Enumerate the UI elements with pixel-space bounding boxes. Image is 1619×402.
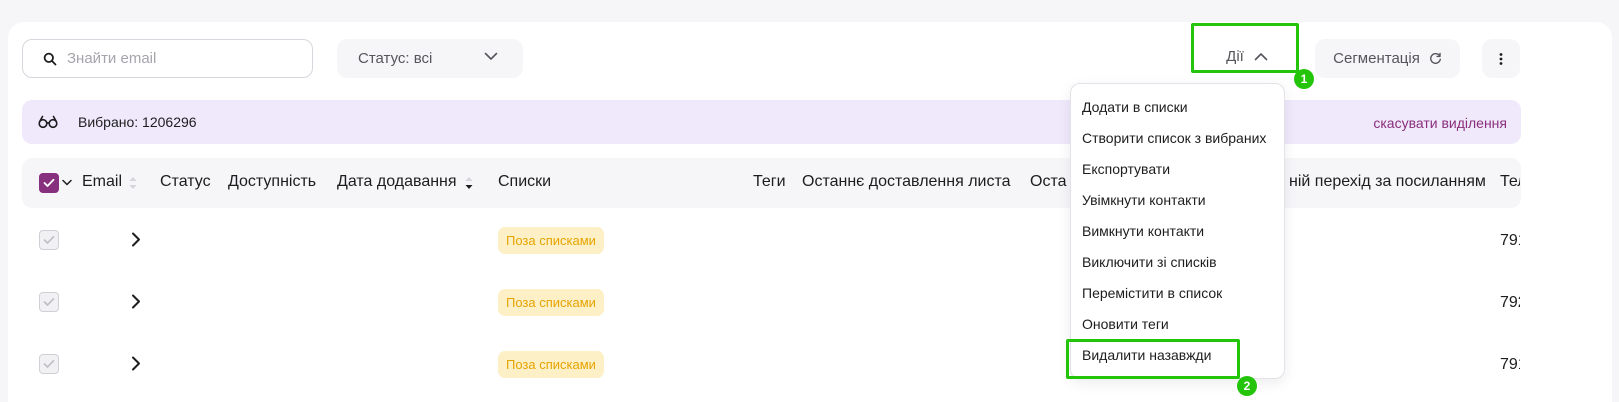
column-header-phone: Тел: [1500, 173, 1520, 190]
check-icon: [43, 297, 55, 306]
step-badge-1: 1: [1294, 69, 1314, 89]
actions-button[interactable]: Дії: [1198, 36, 1296, 77]
list-chip: Поза списками: [498, 351, 604, 378]
segmentation-button-label: Сегментація: [1333, 50, 1420, 67]
list-chip: Поза списками: [498, 227, 604, 254]
column-header-availability: Доступність: [228, 173, 317, 190]
column-header-tags: Теги: [753, 173, 786, 190]
menu-item-enable-contacts[interactable]: Увімкнути контакти: [1082, 192, 1206, 208]
phone-cell: 791: [1500, 356, 1520, 373]
list-chip: Поза списками: [498, 289, 604, 316]
actions-button-label: Дії: [1226, 48, 1244, 65]
actions-dropdown-menu: Додати в списки Створити список з вибран…: [1070, 83, 1285, 379]
column-header-last-open: Оста: [1030, 173, 1067, 190]
sort-desc-icon[interactable]: [465, 176, 473, 190]
select-all-checkbox[interactable]: [39, 173, 59, 193]
step-badge-2: 2: [1237, 376, 1257, 396]
segmentation-button[interactable]: Сегментація: [1315, 39, 1460, 78]
check-icon: [43, 235, 55, 244]
selection-bar: Вибрано: 1206296 скасувати виділення: [22, 100, 1521, 144]
expand-row-icon[interactable]: [131, 356, 141, 371]
search-icon: [43, 52, 57, 65]
status-filter-label: Статус: всі: [358, 50, 433, 67]
check-icon: [43, 359, 55, 368]
menu-item-update-tags[interactable]: Оновити теги: [1082, 316, 1169, 332]
expand-row-icon[interactable]: [131, 294, 141, 309]
column-header-last-click: ній перехід за посиланням: [1289, 173, 1486, 190]
cancel-selection-link[interactable]: скасувати виділення: [1373, 115, 1507, 131]
select-all-dropdown-icon[interactable]: [62, 179, 72, 186]
column-header-email[interactable]: Email: [82, 173, 122, 191]
menu-item-export[interactable]: Експортувати: [1082, 161, 1170, 177]
column-header-date-added[interactable]: Дата додавання: [337, 173, 457, 191]
row-checkbox[interactable]: [39, 354, 59, 374]
contacts-panel: [8, 22, 1612, 402]
row-checkbox[interactable]: [39, 230, 59, 250]
menu-item-delete-permanently[interactable]: Видалити назавжди: [1082, 347, 1211, 363]
column-header-lists: Списки: [498, 173, 552, 190]
column-header-last-delivery: Останнє доставлення листа: [802, 173, 1011, 190]
selected-count: Вибрано: 1206296: [78, 114, 197, 130]
search-box[interactable]: [22, 39, 313, 78]
phone-cell: 791: [1500, 232, 1520, 249]
menu-item-add-to-lists[interactable]: Додати в списки: [1082, 99, 1188, 115]
menu-item-disable-contacts[interactable]: Вимкнути контакти: [1082, 223, 1204, 239]
expand-row-icon[interactable]: [131, 232, 141, 247]
search-input[interactable]: [67, 50, 287, 67]
kebab-menu-icon: [1499, 52, 1503, 65]
row-checkbox[interactable]: [39, 292, 59, 312]
check-icon: [43, 178, 55, 187]
glasses-icon: [38, 115, 58, 129]
menu-item-create-list-from-selected[interactable]: Створити список з вибраних: [1082, 130, 1266, 146]
column-header-status: Статус: [160, 173, 211, 190]
more-options-button[interactable]: [1482, 39, 1520, 78]
refresh-icon: [1429, 52, 1441, 64]
status-filter-select[interactable]: Статус: всі: [337, 39, 523, 78]
phone-cell: 792: [1500, 294, 1520, 311]
menu-item-move-to-list[interactable]: Перемістити в список: [1082, 285, 1222, 301]
menu-item-exclude-from-lists[interactable]: Виключити зі списків: [1082, 254, 1217, 270]
sort-icon[interactable]: [129, 176, 137, 190]
chevron-down-icon: [484, 52, 498, 60]
chevron-up-icon: [1254, 53, 1268, 61]
